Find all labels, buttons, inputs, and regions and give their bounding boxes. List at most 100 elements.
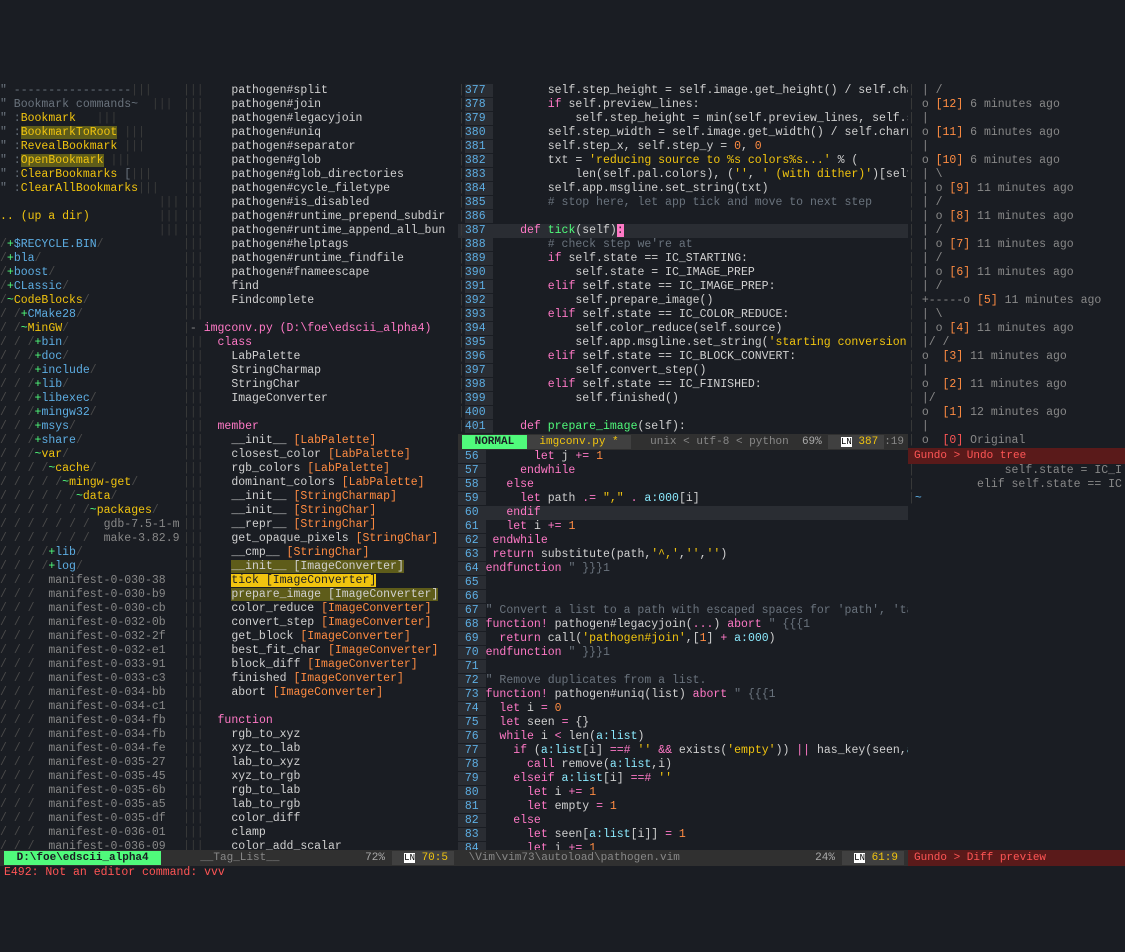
tree-item[interactable]: / / / manifest-0-035-45 (0, 770, 183, 784)
tree-item[interactable]: / / / manifest-0-035-27 (0, 756, 183, 770)
tree-item[interactable]: / / / /+log/ (0, 560, 183, 574)
tag-item[interactable]: ||| finished [ImageConverter] (183, 672, 458, 686)
tag-item[interactable]: ||| get_opaque_pixels [StringChar] (183, 532, 458, 546)
undo-node[interactable]: | o [3] 11 minutes ago (908, 350, 1125, 364)
tree-item[interactable]: / / / manifest-0-032-0b (0, 616, 183, 630)
tag-item[interactable]: ||| color_reduce [ImageConverter] (183, 602, 458, 616)
tag-item[interactable]: ||| __init__ [ImageConverter] (183, 560, 458, 574)
undo-node[interactable]: | +-----o [5] 11 minutes ago (908, 294, 1125, 308)
tree-item[interactable]: / / / / / / /~packages/ (0, 504, 183, 518)
tree-item[interactable]: / / / / /~mingw-get/ (0, 476, 183, 490)
tree-item[interactable]: / / / manifest-0-035-6b (0, 784, 183, 798)
undo-node[interactable]: | | (908, 112, 1125, 126)
tag-item[interactable]: ||| rgb_to_xyz (183, 728, 458, 742)
tree-item[interactable]: / / / manifest-0-030-cb (0, 602, 183, 616)
tree-item[interactable]: /~CodeBlocks/ (0, 294, 183, 308)
tree-item[interactable]: / / / manifest-0-030-38 (0, 574, 183, 588)
undo-node[interactable]: | o [11] 6 minutes ago (908, 126, 1125, 140)
undo-node[interactable]: | | o [6] 11 minutes ago (908, 266, 1125, 280)
tree-item[interactable]: /+CLassic/ (0, 280, 183, 294)
tag-item[interactable]: ||| __init__ [LabPalette] (183, 434, 458, 448)
tree-item[interactable]: / / /+share/ (0, 434, 183, 448)
tree-item[interactable]: /+bla/ (0, 252, 183, 266)
undo-node[interactable]: | | / (908, 196, 1125, 210)
undo-node[interactable]: | o [12] 6 minutes ago (908, 98, 1125, 112)
undo-node[interactable]: | o [0] Original (908, 434, 1125, 448)
tag-item[interactable]: ||| __init__ [StringChar] (183, 504, 458, 518)
undo-node[interactable]: | o [1] 12 minutes ago (908, 406, 1125, 420)
tree-item[interactable]: / / / manifest-0-034-bb (0, 686, 183, 700)
undo-node[interactable]: | o [10] 6 minutes ago (908, 154, 1125, 168)
undo-node[interactable]: | |/ / (908, 336, 1125, 350)
tag-item[interactable]: ||| StringChar (183, 378, 458, 392)
tree-item[interactable]: / / / manifest-0-032-2f (0, 630, 183, 644)
tag-item[interactable]: ||| lab_to_xyz (183, 756, 458, 770)
tree-item[interactable]: / / / manifest-0-034-fb (0, 714, 183, 728)
tree-item[interactable]: / / / manifest-0-034-c1 (0, 700, 183, 714)
tree-item[interactable]: / / / / / /~data/ (0, 490, 183, 504)
tree-item[interactable]: / / / manifest-0-034-fe (0, 742, 183, 756)
tag-item[interactable]: ||| clamp (183, 826, 458, 840)
tag-item[interactable]: ||| xyz_to_rgb (183, 770, 458, 784)
command-line[interactable]: E492: Not an editor command: vvv (0, 866, 1125, 882)
file-tree-pane[interactable]: " -----------------|||" Bookmark command… (0, 56, 183, 850)
tag-item[interactable]: ||| __repr__ [StringChar] (183, 518, 458, 532)
undo-node[interactable]: | | (908, 364, 1125, 378)
tree-item[interactable]: / / / / / / / gdb-7.5-1-m (0, 518, 183, 532)
tree-item[interactable]: / / /+doc/ (0, 350, 183, 364)
tag-item[interactable]: ||| rgb_to_lab (183, 784, 458, 798)
tag-item[interactable]: ||| convert_step [ImageConverter] (183, 616, 458, 630)
undo-node[interactable]: | | o [9] 11 minutes ago (908, 182, 1125, 196)
tree-item[interactable]: / / / manifest-0-033-91 (0, 658, 183, 672)
tag-item[interactable]: ||| prepare_image [ImageConverter] (183, 588, 458, 602)
tree-item[interactable]: / / / / / / / make-3.82.9 (0, 532, 183, 546)
tree-item[interactable]: / / / manifest-0-035-a5 (0, 798, 183, 812)
tree-item[interactable]: / / / /~cache/ (0, 462, 183, 476)
undo-node[interactable]: | | o [7] 11 minutes ago (908, 238, 1125, 252)
tree-item[interactable]: / / /+lib/ (0, 378, 183, 392)
tag-item[interactable]: ||| color_add_scalar (183, 840, 458, 850)
tag-item[interactable]: ||| best_fit_char [ImageConverter] (183, 644, 458, 658)
tag-item[interactable]: ||| closest_color [LabPalette] (183, 448, 458, 462)
tag-item[interactable]: ||| xyz_to_lab (183, 742, 458, 756)
undo-node[interactable]: | | o [8] 11 minutes ago (908, 210, 1125, 224)
tree-item[interactable]: / / /+mingw32/ (0, 406, 183, 420)
tree-item[interactable]: / / / manifest-0-035-df (0, 812, 183, 826)
undo-node[interactable]: | |/ (908, 392, 1125, 406)
tree-item[interactable]: / / /+msys/ (0, 420, 183, 434)
tree-item[interactable]: / / / /+lib/ (0, 546, 183, 560)
tag-item[interactable]: ||| color_diff (183, 812, 458, 826)
tree-item[interactable]: / / / manifest-0-034-fb (0, 728, 183, 742)
tag-item[interactable]: ||| dominant_colors [LabPalette] (183, 476, 458, 490)
undo-node[interactable]: | | (908, 420, 1125, 434)
undo-node[interactable]: | | / (908, 252, 1125, 266)
undo-node[interactable]: | | \ (908, 308, 1125, 322)
code-pane[interactable]: |377 self.step_height = self.image.get_h… (458, 56, 908, 850)
undo-node[interactable]: | | (908, 140, 1125, 154)
undo-node[interactable]: | o [2] 11 minutes ago (908, 378, 1125, 392)
tree-item[interactable]: / / / manifest-0-036-09 (0, 840, 183, 850)
undo-node[interactable]: | | / (908, 280, 1125, 294)
tag-item[interactable]: ||| __cmp__ [StringChar] (183, 546, 458, 560)
undo-node[interactable]: | | \ (908, 168, 1125, 182)
tree-item[interactable]: /+boost/ (0, 266, 183, 280)
tree-item[interactable]: / / / manifest-0-036-01 (0, 826, 183, 840)
tree-item[interactable]: / /~MinGW/ (0, 322, 183, 336)
tree-item[interactable]: / /+CMake28/ (0, 308, 183, 322)
gundo-pane[interactable]: | | /| o [12] 6 minutes ago| || o [11] 6… (908, 56, 1125, 850)
tree-item[interactable]: / / / manifest-0-030-b9 (0, 588, 183, 602)
tree-item[interactable]: / / /+include/ (0, 364, 183, 378)
undo-node[interactable]: | | / (908, 84, 1125, 98)
tag-item[interactable]: ||| StringCharmap (183, 364, 458, 378)
tag-item[interactable]: ||| abort [ImageConverter] (183, 686, 458, 700)
tag-item[interactable]: ||| rgb_colors [LabPalette] (183, 462, 458, 476)
undo-node[interactable]: | | / (908, 224, 1125, 238)
undo-node[interactable]: | | o [4] 11 minutes ago (908, 322, 1125, 336)
tag-item[interactable]: ||| ImageConverter (183, 392, 458, 406)
tag-item[interactable]: ||| block_diff [ImageConverter] (183, 658, 458, 672)
taglist-pane[interactable]: ||| pathogen#split||| pathogen#join||| p… (183, 56, 458, 850)
tag-item[interactable]: ||| __init__ [StringCharmap] (183, 490, 458, 504)
tree-item[interactable]: / / / manifest-0-033-c3 (0, 672, 183, 686)
tree-item[interactable]: / / /+libexec/ (0, 392, 183, 406)
tag-item[interactable]: ||| lab_to_rgb (183, 798, 458, 812)
